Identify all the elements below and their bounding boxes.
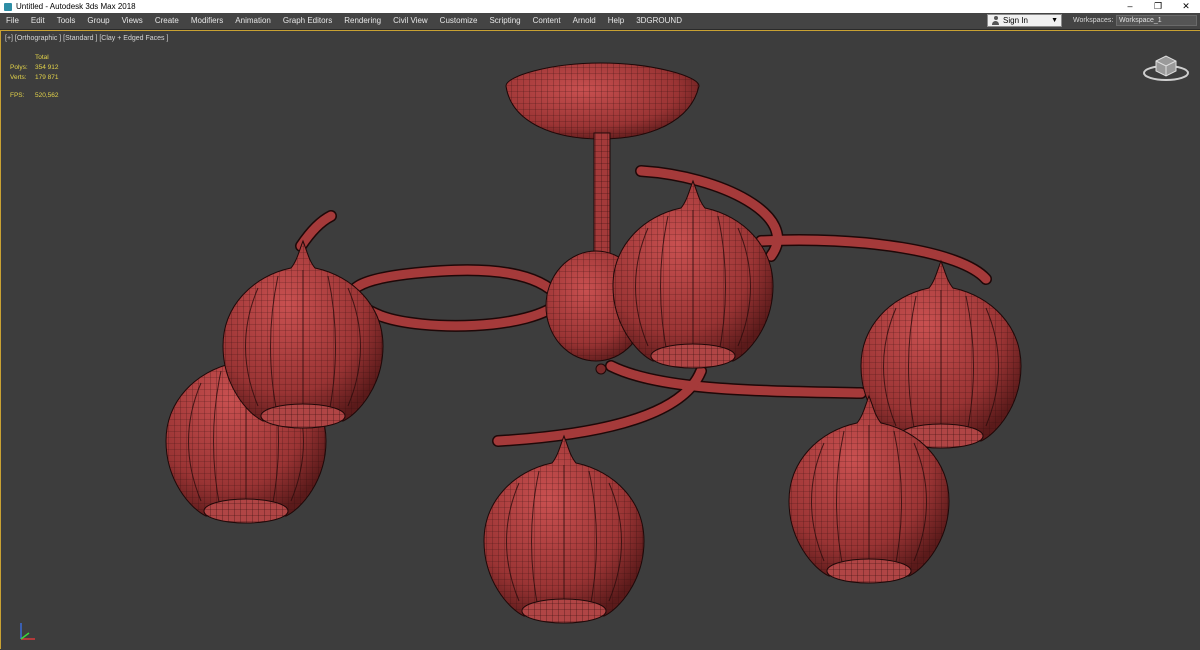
verts-value: 179 871	[35, 74, 59, 81]
restore-button[interactable]: ❐	[1144, 0, 1172, 13]
menu-customize[interactable]: Customize	[434, 13, 484, 29]
stats-polys-row: Polys: 354 912	[10, 63, 59, 73]
verts-label: Verts:	[10, 74, 27, 81]
menu-edit[interactable]: Edit	[25, 13, 51, 29]
fps-label: FPS:	[10, 92, 25, 99]
menu-group[interactable]: Group	[81, 13, 115, 29]
stats-fps-row: FPS: 520,562	[10, 91, 59, 101]
viewport-statistics: Total Polys: 354 912 Verts: 179 871 FPS: 52…	[10, 53, 59, 101]
chevron-down-icon: ▼	[1051, 17, 1058, 24]
viewport[interactable]: [+] [Orthographic ] [Standard ] [Clay + …	[0, 30, 1200, 649]
close-button[interactable]: ✕	[1172, 0, 1200, 13]
menu-modifiers[interactable]: Modifiers	[185, 13, 229, 29]
title-bar: Untitled - Autodesk 3ds Max 2018 – ❐ ✕	[0, 0, 1200, 13]
stats-verts-row: Verts: 179 871	[10, 73, 59, 83]
menu-rendering[interactable]: Rendering	[338, 13, 387, 29]
menu-views[interactable]: Views	[116, 13, 149, 29]
stats-header-row: Total	[10, 53, 59, 63]
app-icon	[4, 2, 12, 11]
menu-create[interactable]: Create	[149, 13, 185, 29]
stats-total-header: Total	[35, 54, 49, 61]
menu-3dground[interactable]: 3DGROUND	[630, 13, 688, 29]
fps-value: 520,562	[35, 92, 59, 99]
menu-graph-editors[interactable]: Graph Editors	[277, 13, 338, 29]
polys-value: 354 912	[35, 64, 59, 71]
minimize-button[interactable]: –	[1116, 0, 1144, 13]
menu-civil-view[interactable]: Civil View	[387, 13, 434, 29]
sign-in-label: Sign In	[1003, 16, 1028, 25]
menu-arnold[interactable]: Arnold	[567, 13, 602, 29]
menu-help[interactable]: Help	[602, 13, 630, 29]
user-icon	[991, 16, 1000, 25]
polys-label: Polys:	[10, 64, 28, 71]
menu-content[interactable]: Content	[527, 13, 567, 29]
workspace-select[interactable]: Workspace_1	[1116, 15, 1197, 26]
window-title: Untitled - Autodesk 3ds Max 2018	[16, 2, 136, 11]
workspaces-label: Workspaces:	[1073, 17, 1114, 24]
menu-scripting[interactable]: Scripting	[483, 13, 526, 29]
axis-gizmo-icon	[20, 623, 35, 640]
window-controls: – ❐ ✕	[1116, 0, 1200, 13]
sign-in-dropdown[interactable]: Sign In ▼	[987, 14, 1062, 27]
viewport-label[interactable]: [+] [Orthographic ] [Standard ] [Clay + …	[5, 35, 168, 42]
chandelier-model	[165, 62, 1022, 624]
menu-animation[interactable]: Animation	[229, 13, 277, 29]
viewcube-icon[interactable]	[1141, 51, 1191, 83]
menu-tools[interactable]: Tools	[51, 13, 82, 29]
menu-file[interactable]: File	[0, 13, 25, 29]
